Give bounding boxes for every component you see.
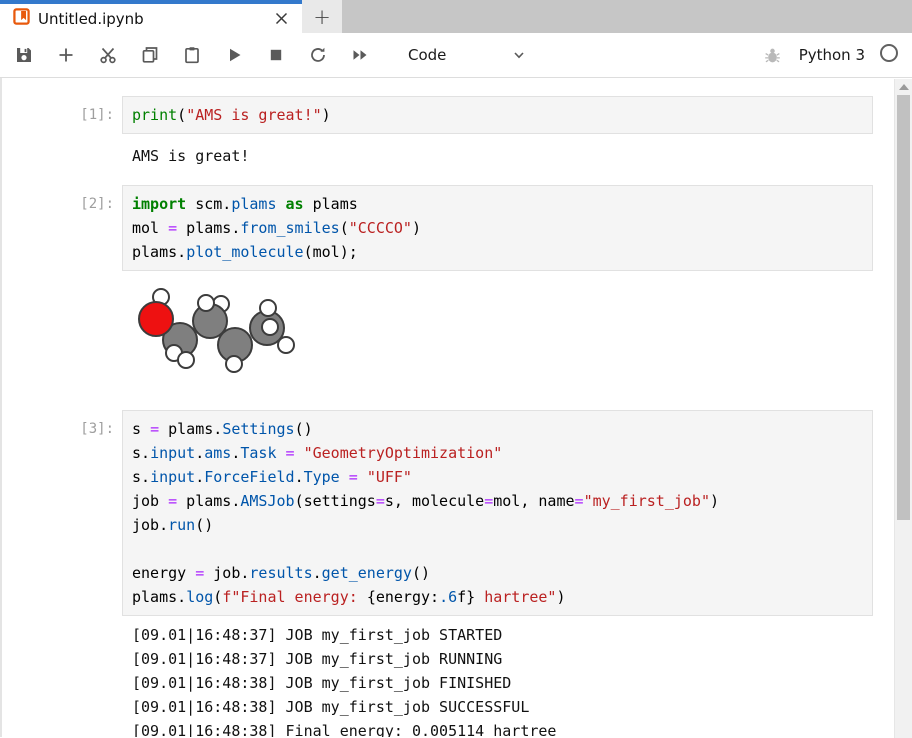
run-cell-button[interactable] [224, 45, 244, 65]
kernel-status-icon[interactable] [879, 43, 899, 67]
notebook-file-icon [13, 8, 30, 29]
save-icon [14, 45, 34, 65]
cell-editor[interactable]: s = plams.Settings()s.input.ams.Task = "… [122, 410, 873, 616]
cell-type-dropdown[interactable]: Code [408, 46, 526, 64]
cell-output [2, 280, 894, 384]
tab-bar: Untitled.ipynb + [0, 0, 912, 33]
paste-cells-button[interactable] [182, 45, 202, 65]
scroll-up-arrow-icon[interactable] [899, 84, 909, 90]
insert-cell-button[interactable] [56, 45, 76, 65]
cell-editor[interactable]: import scm.plams as plamsmol = plams.fro… [122, 185, 873, 271]
molecule-image [132, 280, 302, 380]
kernel-name[interactable]: Python 3 [799, 46, 865, 64]
tab-title: Untitled.ipynb [38, 10, 270, 28]
stop-icon [266, 45, 286, 65]
output-content: [09.01|16:48:37] JOB my_first_job STARTE… [122, 623, 873, 737]
execution-count: [1]: [2, 96, 122, 134]
execution-count: [2]: [2, 185, 122, 271]
code-cell: [1]:print("AMS is great!") [2, 96, 894, 134]
plus-icon [56, 45, 76, 65]
notebook-toolbar: Code Python 3 [0, 33, 912, 78]
save-button[interactable] [14, 45, 34, 65]
cell-type-value: Code [408, 46, 446, 64]
interrupt-kernel-button[interactable] [266, 45, 286, 65]
close-icon[interactable] [270, 8, 292, 30]
cell-output: [09.01|16:48:37] JOB my_first_job STARTE… [2, 623, 894, 737]
tab-untitled-ipynb[interactable]: Untitled.ipynb [0, 0, 302, 33]
output-content: AMS is great! [122, 144, 873, 168]
plus-icon: + [313, 5, 331, 29]
cell-editor[interactable]: print("AMS is great!") [122, 96, 873, 134]
restart-icon [308, 45, 328, 65]
output-content [122, 280, 873, 384]
copy-icon [140, 45, 160, 65]
new-tab-button[interactable]: + [302, 0, 342, 33]
fast-forward-icon [350, 45, 370, 65]
cell-list: [1]:print("AMS is great!")AMS is great![… [2, 96, 894, 737]
copy-cells-button[interactable] [140, 45, 160, 65]
restart-kernel-button[interactable] [308, 45, 328, 65]
code-cell: [3]:s = plams.Settings()s.input.ams.Task… [2, 410, 894, 616]
toolbar-right-group: Python 3 [763, 43, 912, 67]
notebook-content: [1]:print("AMS is great!")AMS is great![… [0, 78, 894, 737]
scissors-icon [98, 45, 118, 65]
restart-run-all-button[interactable] [350, 45, 370, 65]
play-icon [224, 45, 244, 65]
output-prompt-spacer [2, 280, 122, 384]
chevron-down-icon [512, 48, 526, 62]
execution-count: [3]: [2, 410, 122, 616]
output-prompt-spacer [2, 144, 122, 168]
code-cell: [2]:import scm.plams as plamsmol = plams… [2, 185, 894, 271]
cell-output: AMS is great! [2, 144, 894, 168]
vertical-scrollbar[interactable] [894, 79, 912, 738]
cut-cells-button[interactable] [98, 45, 118, 65]
scrollbar-thumb[interactable] [897, 95, 910, 520]
debugger-button[interactable] [763, 45, 783, 65]
output-prompt-spacer [2, 623, 122, 737]
bug-icon [763, 46, 782, 65]
clipboard-icon [182, 45, 202, 65]
